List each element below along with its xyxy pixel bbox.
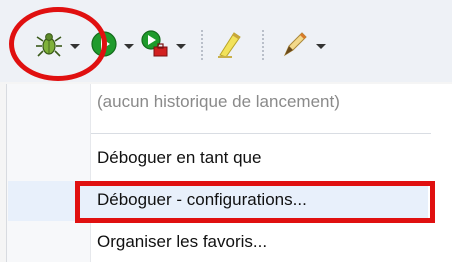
highlighter-icon: [214, 29, 244, 64]
menu-icon-gutter: [7, 84, 91, 262]
pen-dropdown-button[interactable]: [280, 30, 326, 62]
annotation-circle: [9, 7, 107, 81]
run-with-toolbox-icon: [140, 29, 170, 64]
chevron-down-icon[interactable]: [316, 43, 326, 49]
pen-icon: [280, 29, 310, 64]
debug-dropdown-menu: (aucun historique de lancement) Déboguer…: [6, 84, 452, 262]
menu-item-organize-favorites[interactable]: Organiser les favoris...: [97, 232, 267, 252]
menu-divider: [91, 133, 431, 134]
chevron-down-icon[interactable]: [124, 43, 134, 49]
toolbar: [0, 0, 452, 82]
menu-item-launch-history-empty: (aucun historique de lancement): [97, 92, 340, 111]
external-tools-dropdown-button[interactable]: [140, 29, 186, 64]
chevron-down-icon[interactable]: [176, 43, 186, 49]
annotation-rectangle: [75, 181, 435, 223]
toolbar-separator: [262, 30, 264, 60]
toolbar-separator: [201, 30, 203, 60]
menu-item-debug-as[interactable]: Déboguer en tant que: [97, 148, 261, 168]
highlighter-button[interactable]: [214, 30, 244, 62]
